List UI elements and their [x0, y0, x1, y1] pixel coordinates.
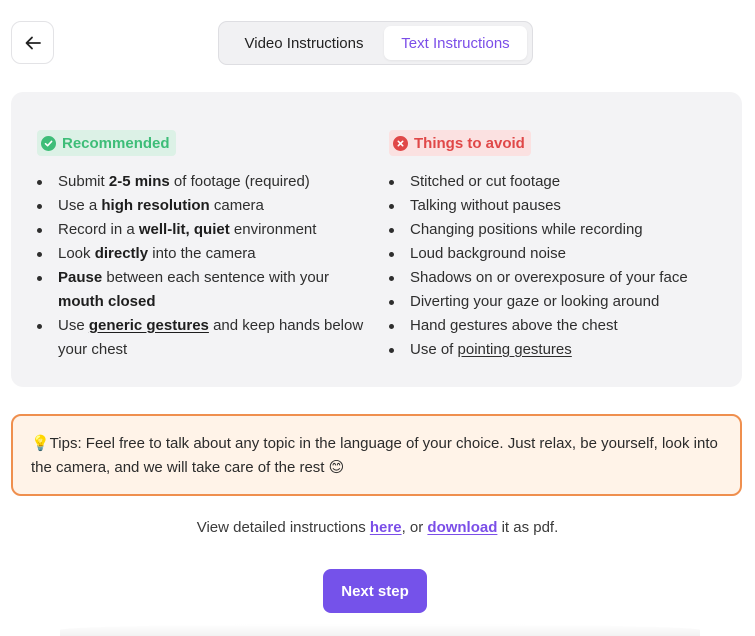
- item-text: 2-5 mins: [108, 173, 170, 190]
- x-circle-icon: [393, 135, 408, 151]
- item-text: Pause: [58, 269, 103, 286]
- item-text: Stitched or cut footage: [410, 173, 561, 190]
- arrow-left-icon: [25, 36, 41, 49]
- tips-text: 💡Tips: Feel free to talk about any topic…: [31, 435, 718, 476]
- bottom-shadow: [60, 624, 700, 636]
- avoid-item: Changing positions while recording: [389, 218, 729, 242]
- item-text: camera: [209, 197, 264, 214]
- detail-instructions-line: View detailed instructions here, or down…: [0, 519, 755, 536]
- item-text: well-lit, quiet: [138, 221, 230, 238]
- item-text: Record in a: [58, 221, 139, 238]
- detail-middle: , or: [401, 519, 428, 536]
- item-text: Use a: [58, 197, 102, 214]
- here-link[interactable]: here: [370, 519, 402, 536]
- recommended-item: Use generic gestures and keep hands belo…: [37, 314, 367, 362]
- recommended-item: Use a high resolution camera: [37, 194, 367, 218]
- avoid-column: Things to avoid Stitched or cut footage T…: [389, 130, 729, 362]
- item-text: Use: [58, 317, 89, 334]
- avoid-item: Loud background noise: [389, 242, 729, 266]
- item-text: Submit: [58, 173, 109, 190]
- back-button[interactable]: [11, 21, 54, 64]
- instructions-panel: Recommended Submit 2-5 mins of footage (…: [11, 92, 742, 387]
- avoid-item: Shadows on or overexposure of your face: [389, 266, 729, 290]
- avoid-item: Use of pointing gestures: [389, 338, 729, 362]
- recommended-item: Submit 2-5 mins of footage (required): [37, 170, 367, 194]
- instruction-tabs: Video Instructions Text Instructions: [218, 21, 533, 65]
- recommended-item: Look directly into the camera: [37, 242, 367, 266]
- tab-text-instructions[interactable]: Text Instructions: [384, 26, 527, 60]
- item-text: Use of: [410, 341, 458, 358]
- detail-prefix: View detailed instructions: [196, 519, 370, 536]
- item-text: Hand gestures above the chest: [410, 317, 618, 334]
- recommended-title: Recommended: [62, 134, 170, 152]
- item-text: directly: [94, 245, 149, 262]
- recommended-badge: Recommended: [37, 130, 176, 156]
- download-link[interactable]: download: [427, 519, 497, 536]
- item-text: into the camera: [148, 245, 256, 262]
- item-text: Loud background noise: [410, 245, 566, 262]
- item-text: Look: [58, 245, 95, 262]
- avoid-item: Stitched or cut footage: [389, 170, 729, 194]
- item-text: Shadows on or overexposure of your face: [410, 269, 688, 286]
- item-text: mouth closed: [58, 293, 156, 310]
- recommended-list: Submit 2-5 mins of footage (required) Use…: [37, 170, 367, 362]
- recommended-column: Recommended Submit 2-5 mins of footage (…: [37, 130, 367, 362]
- item-text: high resolution: [101, 197, 210, 214]
- item-text: Talking without pauses: [410, 197, 561, 214]
- avoid-title: Things to avoid: [414, 134, 525, 152]
- avoid-item: Talking without pauses: [389, 194, 729, 218]
- avoid-badge: Things to avoid: [389, 130, 531, 156]
- avoid-item: Hand gestures above the chest: [389, 314, 729, 338]
- guideline-link[interactable]: generic gestures: [89, 317, 209, 334]
- detail-suffix: it as pdf.: [497, 519, 559, 536]
- item-text: between each sentence with your: [102, 269, 330, 286]
- guideline-link[interactable]: pointing gestures: [458, 341, 572, 358]
- recommended-item: Record in a well-lit, quiet environment: [37, 218, 367, 242]
- check-circle-icon: [41, 135, 56, 151]
- tab-video-instructions[interactable]: Video Instructions: [224, 26, 384, 60]
- avoid-list: Stitched or cut footage Talking without p…: [389, 170, 729, 362]
- item-text: Changing positions while recording: [410, 221, 643, 238]
- avoid-item: Diverting your gaze or looking around: [389, 290, 729, 314]
- item-text: Diverting your gaze or looking around: [410, 293, 660, 310]
- item-text: environment: [229, 221, 317, 238]
- tips-box: 💡Tips: Feel free to talk about any topic…: [11, 414, 742, 496]
- next-step-button[interactable]: Next step: [323, 569, 427, 613]
- item-text: of footage (required): [169, 173, 310, 190]
- recommended-item: Pause between each sentence with your mo…: [37, 266, 367, 314]
